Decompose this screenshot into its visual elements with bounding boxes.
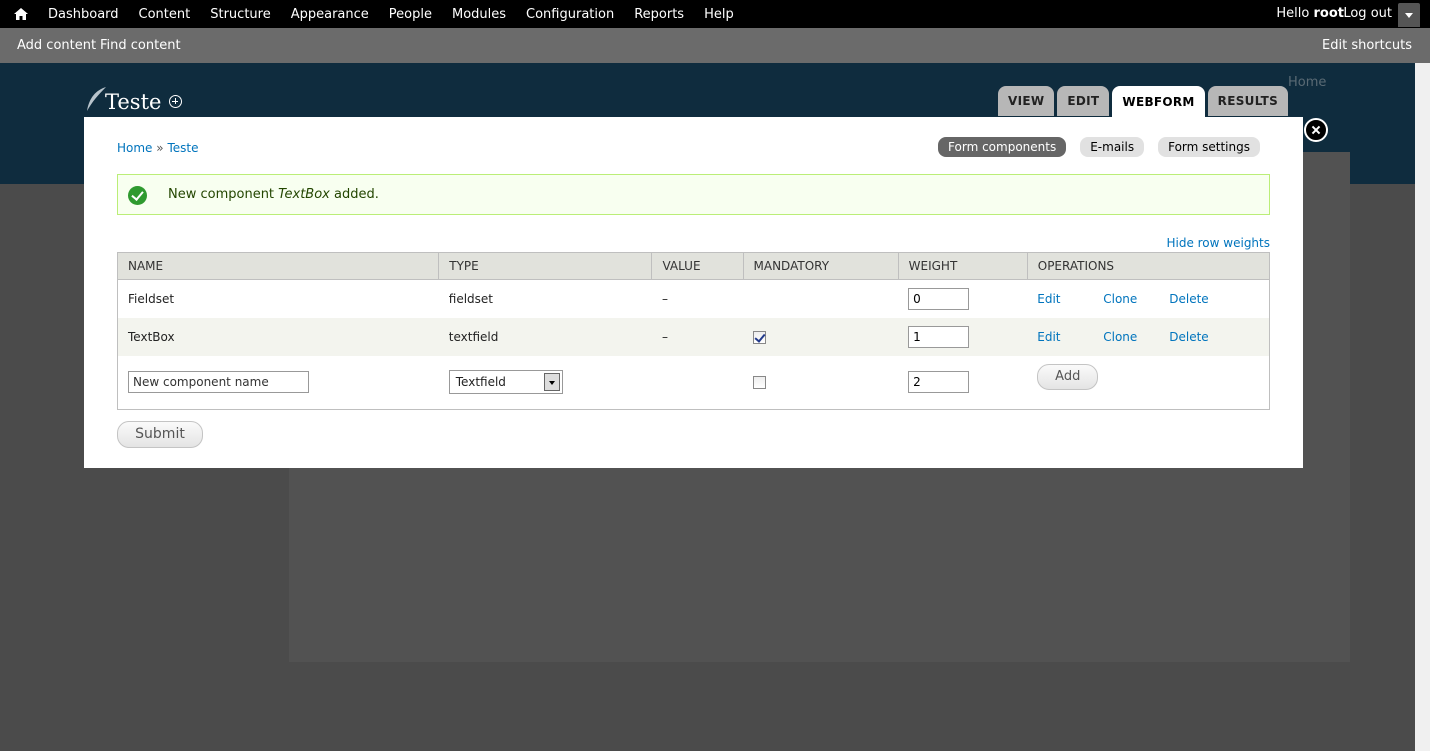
edit-link[interactable]: Edit: [1037, 330, 1103, 344]
add-button[interactable]: Add: [1037, 363, 1099, 390]
menu-people[interactable]: People: [389, 7, 432, 22]
weight-input[interactable]: [908, 325, 970, 348]
close-icon[interactable]: [1304, 118, 1328, 142]
header-operations: OPERATIONS: [1027, 252, 1270, 280]
table-row: TextBox textfield – EditCloneDelete: [117, 317, 1270, 356]
header-weight: WEIGHT: [898, 252, 1028, 280]
new-name-cell: [117, 355, 439, 410]
breadcrumb-current[interactable]: Teste: [167, 141, 198, 155]
components-table: NAME TYPE VALUE MANDATORY WEIGHT OPERATI…: [117, 252, 1270, 410]
check-icon: [128, 186, 147, 205]
new-mandatory-checkbox[interactable]: [753, 376, 767, 390]
tab-webform[interactable]: WEBFORM: [1112, 86, 1205, 117]
tab-edit[interactable]: EDIT: [1057, 86, 1110, 116]
add-shortcut-icon[interactable]: [169, 95, 182, 108]
menu-configuration[interactable]: Configuration: [526, 7, 614, 22]
component-type-select[interactable]: Textfield: [448, 370, 563, 395]
breadcrumb-separator: »: [156, 141, 164, 155]
primary-tabs: VIEW EDIT WEBFORM RESULTS: [998, 86, 1291, 117]
tab-results[interactable]: RESULTS: [1207, 86, 1289, 116]
mandatory-checkbox[interactable]: [753, 330, 767, 344]
component-value: –: [651, 279, 744, 318]
clone-link[interactable]: Clone: [1103, 292, 1169, 306]
shortcuts-bar: Add content Find content Edit shortcuts: [0, 28, 1430, 63]
toolbar-menu: Dashboard Content Structure Appearance P…: [48, 0, 754, 28]
admin-toolbar: Dashboard Content Structure Appearance P…: [0, 0, 1430, 28]
subtab-form-components[interactable]: Form components: [938, 137, 1067, 157]
logout-link[interactable]: Log out: [1343, 6, 1392, 21]
breadcrumb: Home » Teste: [117, 141, 198, 155]
username[interactable]: root: [1314, 6, 1345, 21]
chevron-down-icon[interactable]: [543, 373, 560, 392]
status-message-text: New component TextBox added.: [168, 187, 379, 202]
menu-modules[interactable]: Modules: [452, 7, 506, 22]
header-name: NAME: [117, 252, 440, 280]
new-weight-cell: [898, 355, 1028, 410]
table-header-row: NAME TYPE VALUE MANDATORY WEIGHT OPERATI…: [117, 252, 1270, 280]
clone-link[interactable]: Clone: [1103, 330, 1169, 344]
component-weight-cell: [898, 317, 1028, 356]
tab-view[interactable]: VIEW: [998, 86, 1055, 116]
component-mandatory: [743, 279, 899, 318]
component-type: textfield: [438, 317, 652, 356]
new-component-name-input[interactable]: [128, 371, 309, 394]
add-content-shortcut[interactable]: Add content: [17, 38, 96, 53]
new-operations-cell: Add: [1027, 355, 1270, 410]
message-component: TextBox: [278, 187, 330, 202]
hide-row-weights-link[interactable]: Hide row weights: [1166, 236, 1270, 250]
shortcuts-toggle-icon[interactable]: [1398, 3, 1420, 27]
subtab-emails[interactable]: E-mails: [1080, 137, 1145, 157]
weight-input[interactable]: [908, 287, 970, 310]
table-row: Fieldset fieldset – EditCloneDelete: [117, 279, 1270, 318]
menu-structure[interactable]: Structure: [210, 7, 270, 22]
delete-link[interactable]: Delete: [1169, 292, 1235, 306]
component-name: Fieldset: [117, 279, 439, 318]
component-operations: Edit Clone Delete: [1027, 317, 1270, 356]
new-value-cell: [651, 355, 744, 410]
header-type: TYPE: [438, 252, 653, 280]
component-weight-cell: [898, 279, 1028, 318]
message-suffix: added.: [334, 187, 379, 202]
component-value: –: [651, 317, 744, 356]
new-mandatory-cell: [743, 355, 899, 410]
menu-reports[interactable]: Reports: [634, 7, 684, 22]
delete-link[interactable]: Delete: [1169, 330, 1235, 344]
header-mandatory: MANDATORY: [743, 252, 899, 280]
status-message: New component TextBox added.: [117, 174, 1270, 215]
new-weight-input[interactable]: [908, 371, 970, 394]
menu-appearance[interactable]: Appearance: [291, 7, 369, 22]
menu-content[interactable]: Content: [139, 7, 191, 22]
subtab-form-settings[interactable]: Form settings: [1158, 137, 1260, 157]
component-name: TextBox: [117, 317, 439, 356]
user-greeting: Hello root: [1276, 6, 1344, 21]
component-type: fieldset: [438, 279, 652, 318]
header-value: VALUE: [651, 252, 744, 280]
submit-button[interactable]: Submit: [117, 421, 203, 448]
menu-dashboard[interactable]: Dashboard: [48, 7, 119, 22]
breadcrumb-home[interactable]: Home: [117, 141, 152, 155]
menu-help[interactable]: Help: [704, 7, 734, 22]
component-operations: Edit Clone Delete: [1027, 279, 1270, 318]
find-content-shortcut[interactable]: Find content: [100, 38, 181, 53]
add-component-row: Textfield Add: [117, 355, 1270, 410]
new-type-cell: Textfield: [438, 355, 652, 410]
site-title[interactable]: Teste: [105, 90, 161, 114]
component-mandatory: [743, 317, 899, 356]
edit-link[interactable]: Edit: [1037, 292, 1103, 306]
edit-shortcuts-link[interactable]: Edit shortcuts: [1322, 38, 1412, 53]
component-type-selected: Textfield: [455, 375, 506, 390]
message-prefix: New component: [168, 187, 275, 202]
home-link-dimmed: Home: [1288, 75, 1327, 90]
hello-text: Hello: [1276, 6, 1310, 21]
scrollbar[interactable]: [1415, 63, 1430, 751]
secondary-tabs: Form components E-mails Form settings: [924, 137, 1260, 157]
home-icon[interactable]: [13, 6, 29, 22]
